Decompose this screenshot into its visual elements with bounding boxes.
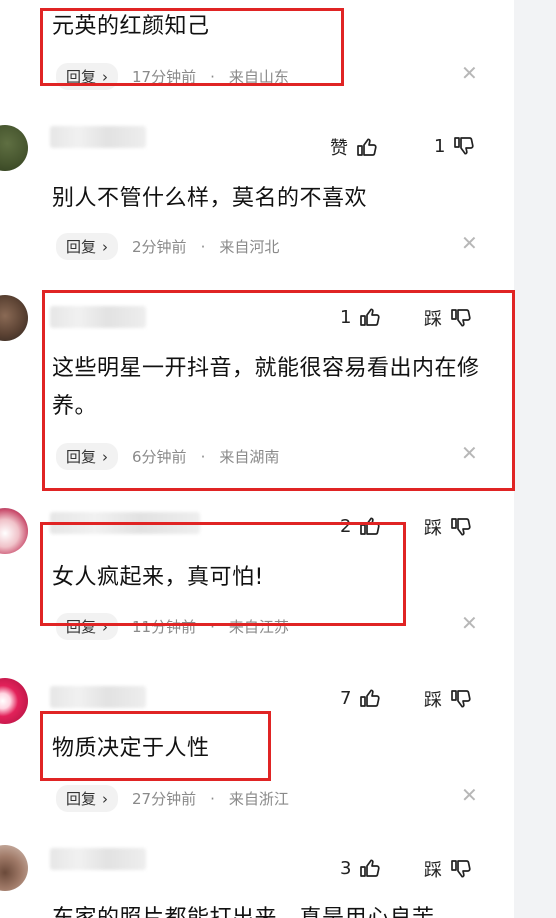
chevron-right-icon: ›	[102, 237, 109, 256]
comment-separator: ·	[200, 237, 206, 256]
reply-label: 回复	[66, 68, 97, 86]
avatar[interactable]	[0, 678, 28, 724]
thumbs-up-icon	[360, 859, 381, 877]
close-icon[interactable]: ✕	[461, 611, 478, 635]
comment-item: 元英的红颜知己 回复 › 17分钟前 · 来自山东 ✕	[0, 0, 514, 100]
username-blurred[interactable]	[50, 306, 146, 328]
close-icon[interactable]: ✕	[461, 783, 478, 807]
dislike-label: 踩	[424, 518, 442, 539]
comment-text: 物质决定于人性	[52, 736, 210, 761]
dislike-label: 踩	[424, 860, 442, 881]
thumbs-down-icon	[454, 137, 475, 155]
reply-button[interactable]: 回复 ›	[56, 443, 119, 470]
comment-time: 2分钟前	[132, 238, 187, 256]
reply-label: 回复	[66, 238, 97, 256]
scrollbar-track[interactable]	[514, 0, 556, 918]
like-count: 1	[340, 306, 352, 328]
thumbs-down-icon	[451, 860, 471, 878]
thumbs-up-icon	[360, 308, 381, 326]
reply-label: 回复	[66, 790, 97, 808]
thumbs-up-icon	[357, 138, 377, 156]
comment-text: 女人疯起来，真可怕!	[52, 565, 264, 590]
thumbs-down-icon	[451, 690, 471, 708]
comment-item: 2 踩 女人疯起来，真可怕! 回复 › 11分钟前 · 来自江苏 ✕	[0, 500, 514, 650]
like-button[interactable]: 1	[340, 305, 383, 329]
comment-location: 来自浙江	[228, 790, 289, 808]
like-button[interactable]: 7	[340, 686, 383, 710]
comment-text: 元英的红颜知己	[52, 14, 210, 39]
thumbs-down-icon	[451, 518, 471, 536]
close-icon[interactable]: ✕	[461, 231, 478, 255]
comment-location: 来自江苏	[228, 618, 289, 636]
comment-time: 11分钟前	[132, 618, 197, 636]
chevron-right-icon: ›	[102, 789, 109, 808]
comment-item: 7 踩 物质决定于人性 回复 › 27分钟前 · 来自浙江 ✕	[0, 670, 514, 820]
like-button[interactable]: 赞	[330, 134, 380, 160]
comment-location: 来自山东	[228, 68, 289, 86]
chevron-right-icon: ›	[102, 617, 109, 636]
comment-item: 1 踩 这些明星一开抖音，就能很容易看出内在修养。 回复 › 6分钟前 · 来自…	[0, 290, 514, 490]
dislike-button[interactable]: 踩	[424, 305, 474, 331]
dislike-count: 1	[434, 135, 446, 157]
dislike-button[interactable]: 踩	[424, 686, 474, 712]
comment-time: 27分钟前	[132, 790, 197, 808]
comment-text: 别人不管什么样，莫名的不喜欢	[52, 186, 368, 211]
reply-button[interactable]: 回复 ›	[56, 233, 119, 260]
dislike-label: 踩	[424, 690, 442, 711]
chevron-right-icon: ›	[102, 447, 109, 466]
dislike-button[interactable]: 踩	[424, 514, 474, 540]
close-icon[interactable]: ✕	[461, 61, 478, 85]
comment-time: 17分钟前	[132, 68, 197, 86]
comment-meta: 回复 › 6分钟前 · 来自湖南	[56, 443, 279, 470]
avatar[interactable]	[0, 295, 28, 341]
comment-meta: 回复 › 27分钟前 · 来自浙江	[56, 785, 289, 812]
reply-label: 回复	[66, 448, 97, 466]
reply-button[interactable]: 回复 ›	[56, 785, 119, 812]
chevron-right-icon: ›	[102, 67, 109, 86]
dislike-label: 踩	[424, 309, 442, 330]
like-button[interactable]: 3	[340, 856, 383, 880]
username-blurred[interactable]	[50, 848, 146, 870]
comment-item: 3 踩 东家的照片都能打出来，真是用心良苦	[0, 840, 514, 918]
thumbs-down-icon	[451, 309, 471, 327]
reply-button[interactable]: 回复 ›	[56, 613, 119, 640]
reply-button[interactable]: 回复 ›	[56, 63, 119, 90]
username-blurred[interactable]	[50, 686, 146, 708]
thumbs-up-icon	[360, 689, 381, 707]
comment-text: 东家的照片都能打出来，真是用心良苦	[52, 900, 435, 918]
avatar[interactable]	[0, 508, 28, 554]
comment-separator: ·	[210, 617, 215, 636]
avatar[interactable]	[0, 125, 28, 171]
like-count: 3	[340, 857, 352, 879]
close-icon[interactable]: ✕	[461, 441, 478, 465]
comment-location: 来自湖南	[219, 448, 280, 466]
like-count: 7	[340, 687, 352, 709]
thumbs-up-icon	[360, 517, 381, 535]
avatar[interactable]	[0, 845, 28, 891]
comment-time: 6分钟前	[132, 448, 187, 466]
username-blurred[interactable]	[50, 126, 146, 148]
comment-meta: 回复 › 11分钟前 · 来自江苏	[56, 613, 289, 640]
reply-label: 回复	[66, 618, 97, 636]
comment-item: 赞 1 别人不管什么样，莫名的不喜欢 回复 › 2分钟前 · 来自河北 ✕	[0, 110, 514, 280]
like-button[interactable]: 2	[340, 514, 383, 538]
comment-separator: ·	[200, 447, 206, 466]
comment-meta: 回复 › 2分钟前 · 来自河北	[56, 233, 279, 260]
like-label: 赞	[330, 138, 348, 159]
dislike-button[interactable]: 踩	[424, 856, 474, 882]
like-count: 2	[340, 515, 352, 537]
comment-separator: ·	[210, 67, 215, 86]
comment-separator: ·	[210, 789, 215, 808]
comment-text: 这些明星一开抖音，就能很容易看出内在修养。	[52, 356, 480, 419]
comment-feed: 元英的红颜知己 回复 › 17分钟前 · 来自山东 ✕ 赞 1 别人不管什么样，…	[0, 0, 556, 918]
dislike-button[interactable]: 1	[434, 134, 477, 158]
comment-location: 来自河北	[219, 238, 280, 256]
username-blurred[interactable]	[50, 512, 200, 534]
comment-meta: 回复 › 17分钟前 · 来自山东	[56, 63, 289, 90]
